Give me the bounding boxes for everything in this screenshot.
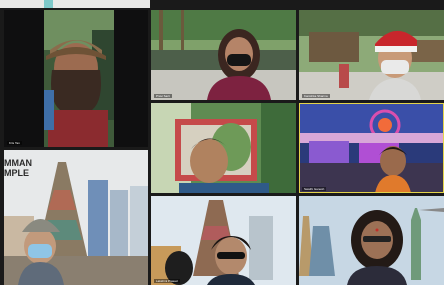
temple-caption-line-2: MPLE bbox=[4, 168, 30, 178]
participant-video-3 bbox=[299, 10, 444, 100]
participant-tile-4[interactable] bbox=[151, 103, 296, 193]
video-call-gallery: Kris Tan Pravi Sarit Kanishka Sharma Swa… bbox=[0, 0, 444, 285]
temple-caption-line-1: MMAN bbox=[4, 158, 32, 168]
temple-caption: MMAN MPLE bbox=[4, 158, 32, 178]
participant-video-5 bbox=[299, 103, 444, 193]
participant-video-4 bbox=[151, 103, 296, 193]
participant-tile-3[interactable]: Kanishka Sharma bbox=[299, 10, 444, 100]
toolbar-accent bbox=[44, 0, 53, 8]
participant-name-tag: Pravi Sarit bbox=[154, 94, 172, 98]
participant-name-tag: Kanishka Sharma bbox=[302, 94, 330, 98]
participant-name-tag: Swathi Ganesh bbox=[302, 187, 327, 191]
top-toolbar-strip bbox=[0, 0, 150, 8]
participant-tile-5[interactable]: Swathi Ganesh bbox=[299, 103, 444, 193]
participant-video-8 bbox=[299, 196, 444, 285]
participant-video-1 bbox=[4, 10, 148, 147]
participant-tile-1[interactable]: Kris Tan bbox=[4, 10, 148, 147]
participant-tile-8[interactable] bbox=[299, 196, 444, 285]
participant-name-tag: Kris Tan bbox=[7, 141, 22, 145]
participant-name-tag: Lakshmi Prasad bbox=[154, 279, 180, 283]
participant-video-7 bbox=[151, 196, 296, 285]
participant-tile-2[interactable]: Pravi Sarit bbox=[151, 10, 296, 100]
participant-tile-6[interactable]: MMAN MPLE bbox=[4, 150, 148, 285]
participant-tile-7[interactable]: Lakshmi Prasad bbox=[151, 196, 296, 285]
participant-video-2 bbox=[151, 10, 296, 100]
